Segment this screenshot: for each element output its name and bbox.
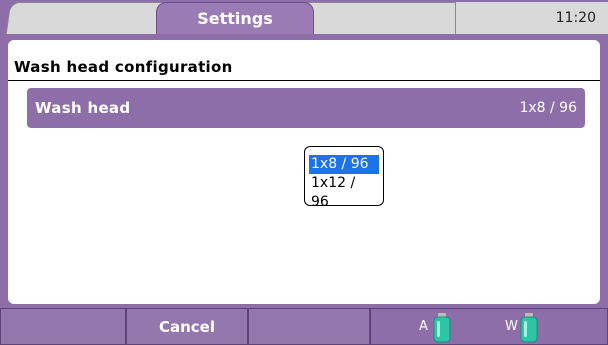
title-divider: [8, 80, 600, 81]
bottle-w-icon: [520, 313, 538, 343]
page-title: Wash head configuration: [14, 58, 233, 76]
tab-settings-label: Settings: [197, 9, 273, 28]
clock-time: 11:20: [555, 10, 596, 26]
bottle-a-label: A: [419, 319, 428, 334]
clock: 11:20: [455, 2, 608, 34]
tab-bar: Settings 11:20: [0, 0, 608, 34]
wash-head-label: Wash head: [35, 99, 131, 117]
softkey-left[interactable]: [0, 308, 126, 345]
screen: Settings 11:20 Wash head configuration W…: [0, 0, 608, 345]
tab-left[interactable]: [5, 2, 171, 34]
main-panel: Wash head configuration Wash head 1x8 / …: [8, 40, 600, 304]
dropdown-option-1x12[interactable]: 1x12 / 96: [309, 174, 379, 212]
wash-head-row[interactable]: Wash head 1x8 / 96: [27, 88, 585, 128]
wash-head-value: 1x8 / 96: [519, 100, 577, 116]
wash-head-dropdown[interactable]: 1x8 / 96 1x12 / 96: [304, 146, 384, 210]
cancel-button[interactable]: Cancel: [126, 308, 248, 345]
bottle-a-icon: [433, 313, 451, 343]
bottle-status: A W: [370, 308, 608, 345]
tab-right[interactable]: [301, 2, 467, 34]
dropdown-option-1x8[interactable]: 1x8 / 96: [309, 155, 379, 174]
bottle-w-label: W: [505, 319, 518, 334]
cancel-label: Cancel: [158, 317, 215, 336]
softkey-right[interactable]: [248, 308, 370, 345]
bottom-bar: Cancel A W: [0, 308, 608, 345]
tab-settings[interactable]: Settings: [156, 2, 314, 34]
